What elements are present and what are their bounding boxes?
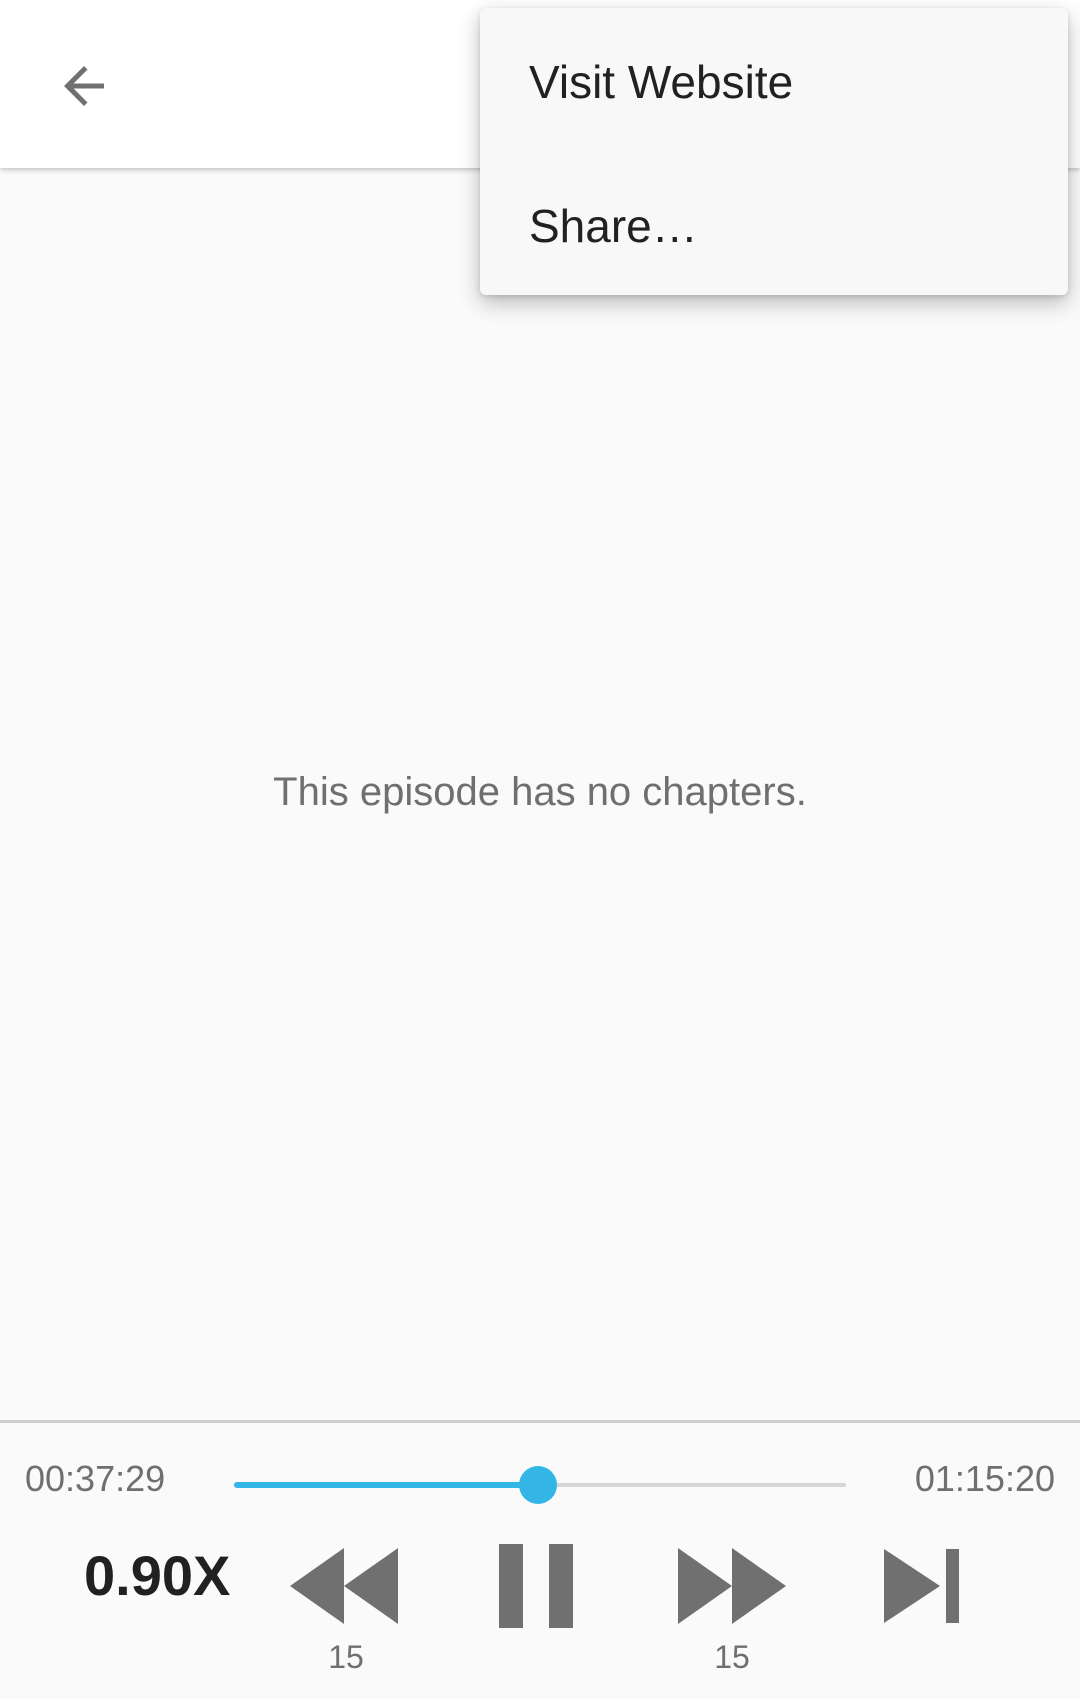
rewind-seconds-label: 15 <box>328 1639 364 1675</box>
seek-thumb[interactable] <box>519 1466 558 1504</box>
current-time: 00:37:29 <box>25 1458 166 1499</box>
duration-time: 01:15:20 <box>914 1458 1055 1499</box>
empty-state-text: This episode has no chapters. <box>273 770 807 814</box>
rewind-icon <box>290 1548 398 1624</box>
seek-bar[interactable] <box>234 1466 846 1504</box>
seek-progress <box>234 1482 539 1488</box>
pause-icon <box>499 1544 573 1628</box>
skip-next-button[interactable] <box>882 1541 962 1631</box>
overflow-menu: Visit Website Share… <box>480 8 1068 295</box>
menu-item-visit-website[interactable]: Visit Website <box>480 10 1068 154</box>
pause-button[interactable] <box>494 1541 578 1631</box>
forward-seconds-label: 15 <box>714 1639 750 1675</box>
skip-next-icon <box>884 1549 959 1623</box>
menu-item-share[interactable]: Share… <box>480 154 1068 298</box>
player-controls: 00:37:29 01:15:20 0.90X 15 15 <box>0 1420 1080 1699</box>
back-button[interactable] <box>36 38 132 134</box>
screen: This episode has no chapters. Visit Webs… <box>0 0 1080 1699</box>
fast-forward-icon <box>678 1548 786 1624</box>
playback-speed-button[interactable]: 0.90X <box>84 1543 230 1608</box>
fast-forward-button[interactable] <box>676 1541 788 1631</box>
rewind-button[interactable] <box>288 1541 400 1631</box>
arrow-left-icon <box>64 66 104 106</box>
